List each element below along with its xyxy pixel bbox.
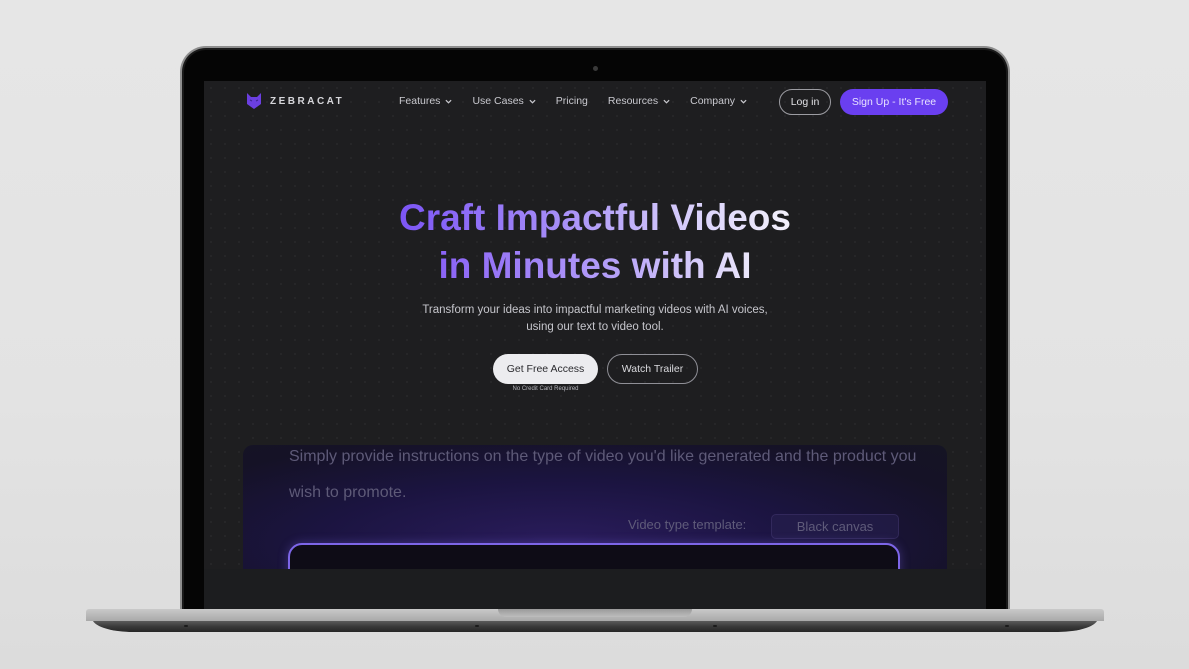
- signup-button[interactable]: Sign Up - It's Free: [840, 89, 948, 115]
- brand-name: ZEBRACAT: [270, 95, 345, 107]
- hero-subtitle: Transform your ideas into impactful mark…: [204, 302, 986, 336]
- nav-item-label: Pricing: [555, 95, 588, 107]
- template-select[interactable]: Black canvas: [771, 514, 899, 539]
- nav-item-use-cases[interactable]: Use Cases: [472, 95, 536, 107]
- hero-subtitle-line-1: Transform your ideas into impactful mark…: [422, 304, 768, 316]
- nav-item-resources[interactable]: Resources: [608, 95, 670, 107]
- browser-screen: ZEBRACAT Features Use Cases Pricing Reso…: [204, 81, 986, 569]
- no-credit-card-note: No Credit Card Required: [512, 386, 579, 392]
- nav-item-company[interactable]: Company: [690, 95, 747, 107]
- get-free-access-button[interactable]: Get Free Access: [493, 354, 598, 384]
- laptop-foot: [475, 625, 479, 627]
- nav-item-features[interactable]: Features: [399, 95, 452, 107]
- hero-title-line-1: Craft Impactful Videos: [398, 197, 791, 238]
- login-button[interactable]: Log in: [779, 89, 831, 115]
- nav-item-label: Resources: [607, 95, 659, 107]
- laptop-screen-bezel: [204, 569, 986, 609]
- cat-head-icon: [247, 93, 261, 109]
- hero-subtitle-line-2: using our text to video tool.: [526, 321, 664, 333]
- chevron-down-icon: [740, 99, 747, 104]
- chevron-down-icon: [529, 99, 536, 104]
- chevron-down-icon: [663, 99, 670, 104]
- nav-item-label: Company: [690, 95, 736, 107]
- brand-logo[interactable]: ZEBRACAT: [246, 92, 344, 110]
- laptop-hinge-notch: [498, 609, 692, 617]
- prompt-input[interactable]: [288, 543, 900, 569]
- demo-instruction-text: Simply provide instructions on the type …: [289, 448, 917, 501]
- top-navigation: ZEBRACAT Features Use Cases Pricing Reso…: [204, 81, 986, 123]
- nav-item-label: Use Cases: [472, 95, 524, 107]
- laptop-foot: [1005, 625, 1009, 627]
- nav-menu: Features Use Cases Pricing Resources Com…: [399, 95, 747, 107]
- watch-trailer-button[interactable]: Watch Trailer: [607, 354, 698, 384]
- webcam-icon: [593, 66, 598, 71]
- hero-title: Craft Impactful Videos in Minutes with A…: [204, 194, 986, 290]
- chevron-down-icon: [445, 99, 452, 104]
- laptop-foot: [184, 625, 188, 627]
- laptop-foot: [713, 625, 717, 627]
- template-label: Video type template:: [628, 517, 747, 532]
- nav-item-label: Features: [399, 95, 441, 107]
- hero-title-line-2: in Minutes with AI: [438, 245, 752, 286]
- nav-item-pricing[interactable]: Pricing: [556, 95, 588, 107]
- video-generator-demo: Simply provide instructions on the type …: [243, 445, 947, 569]
